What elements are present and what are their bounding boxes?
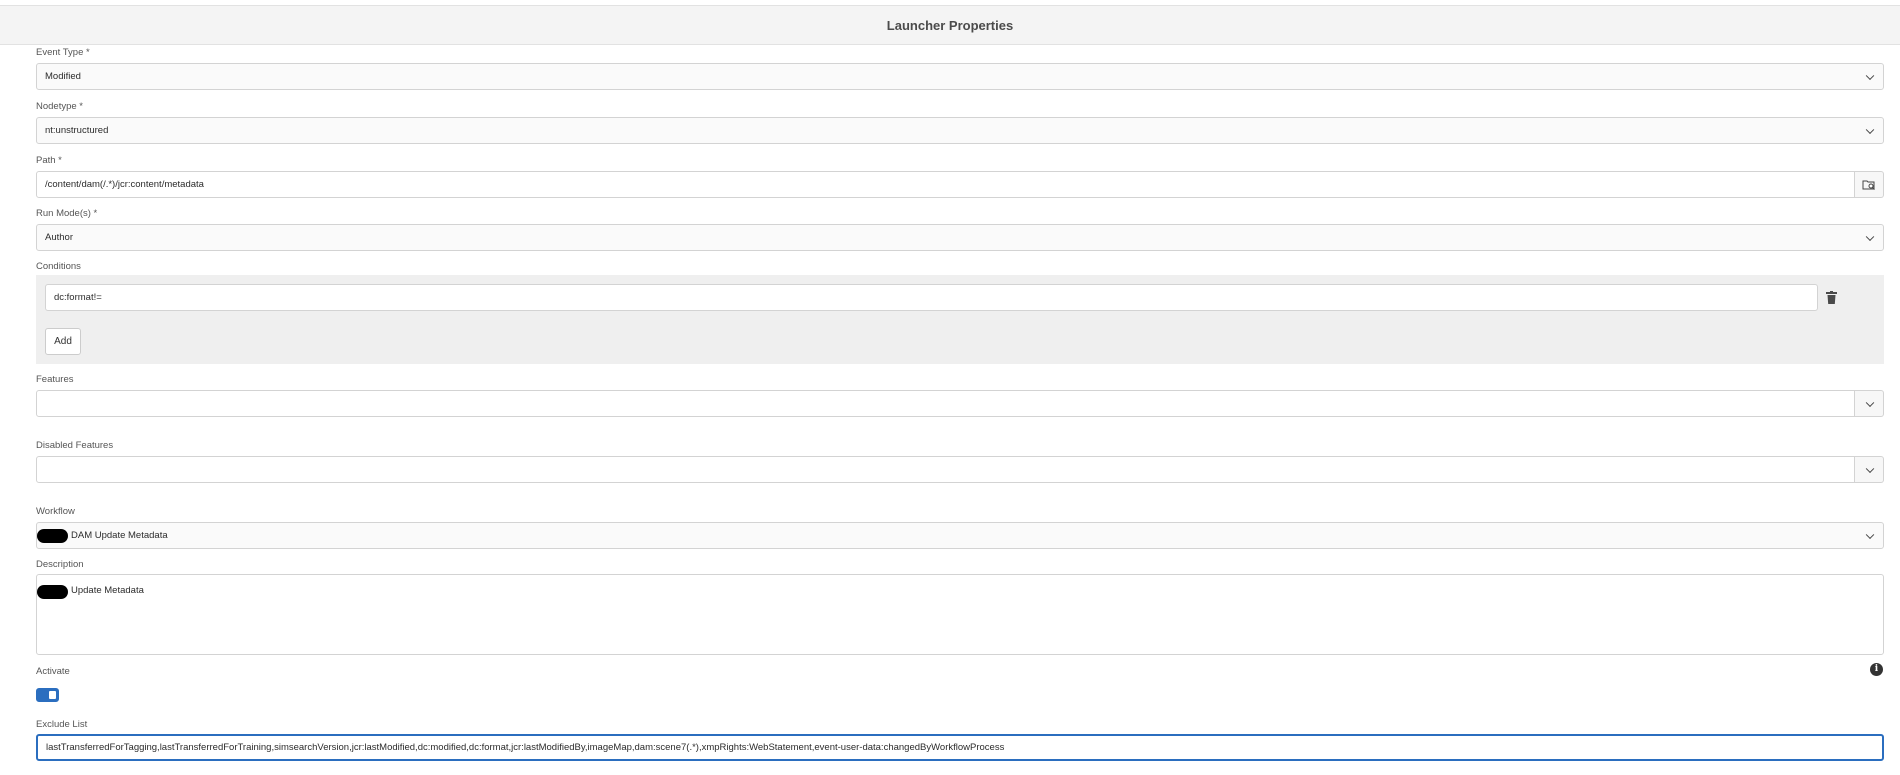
trash-icon	[1826, 291, 1837, 304]
features-input[interactable]	[36, 390, 1855, 417]
run-modes-select[interactable]: Author	[36, 224, 1884, 251]
chevron-down-icon	[1865, 232, 1875, 241]
exclude-list-value: lastTransferredForTagging,lastTransferre…	[46, 742, 1005, 753]
path-browse-button[interactable]	[1855, 171, 1884, 198]
condition-delete-button[interactable]	[1824, 290, 1840, 306]
activate-label: Activate	[36, 666, 70, 677]
path-value: /content/dam(/.*)/jcr:content/metadata	[45, 179, 204, 190]
condition-input[interactable]: dc:format!=	[45, 284, 1818, 311]
event-type-select[interactable]: Modified	[36, 63, 1884, 90]
workflow-label: Workflow	[36, 506, 75, 517]
dialog-title: Launcher Properties	[886, 17, 1014, 33]
description-value: Update Metadata	[71, 585, 144, 596]
nodetype-select[interactable]: nt:unstructured	[36, 117, 1884, 144]
disabled-features-dropdown-button[interactable]	[1855, 456, 1884, 483]
nodetype-value: nt:unstructured	[45, 125, 109, 136]
chevron-down-icon	[1865, 464, 1875, 473]
toggle-knob	[49, 691, 56, 699]
disabled-features-label: Disabled Features	[36, 440, 114, 451]
chevron-down-icon	[1865, 125, 1875, 134]
run-modes-value: Author	[45, 232, 73, 243]
info-icon[interactable]: i	[1870, 663, 1883, 676]
add-condition-button[interactable]: Add	[45, 328, 81, 355]
description-label: Description	[36, 559, 84, 570]
event-type-label: Event Type *	[36, 47, 90, 58]
redaction-mark	[37, 585, 68, 599]
activate-toggle[interactable]	[36, 688, 59, 702]
workflow-value: DAM Update Metadata	[71, 530, 168, 541]
chevron-down-icon	[1865, 530, 1875, 539]
path-input[interactable]: /content/dam(/.*)/jcr:content/metadata	[36, 171, 1855, 198]
disabled-features-input[interactable]	[36, 456, 1855, 483]
path-label: Path *	[36, 155, 62, 166]
features-label: Features	[36, 374, 74, 385]
conditions-label: Conditions	[36, 261, 81, 272]
exclude-list-label: Exclude List	[36, 719, 88, 730]
features-dropdown-button[interactable]	[1855, 390, 1884, 417]
exclude-list-input[interactable]: lastTransferredForTagging,lastTransferre…	[36, 734, 1884, 761]
redaction-mark	[37, 528, 68, 543]
chevron-down-icon	[1865, 71, 1875, 80]
workflow-select[interactable]: DAM Update Metadata	[36, 522, 1884, 549]
folder-search-icon	[1862, 180, 1875, 190]
run-modes-label: Run Mode(s) *	[36, 208, 98, 219]
condition-value: dc:format!=	[54, 292, 102, 303]
event-type-value: Modified	[45, 71, 81, 82]
chevron-down-icon	[1865, 398, 1875, 407]
nodetype-label: Nodetype *	[36, 101, 84, 112]
dialog-header: Launcher Properties	[0, 5, 1900, 45]
description-textarea[interactable]: Update Metadata	[36, 574, 1884, 655]
